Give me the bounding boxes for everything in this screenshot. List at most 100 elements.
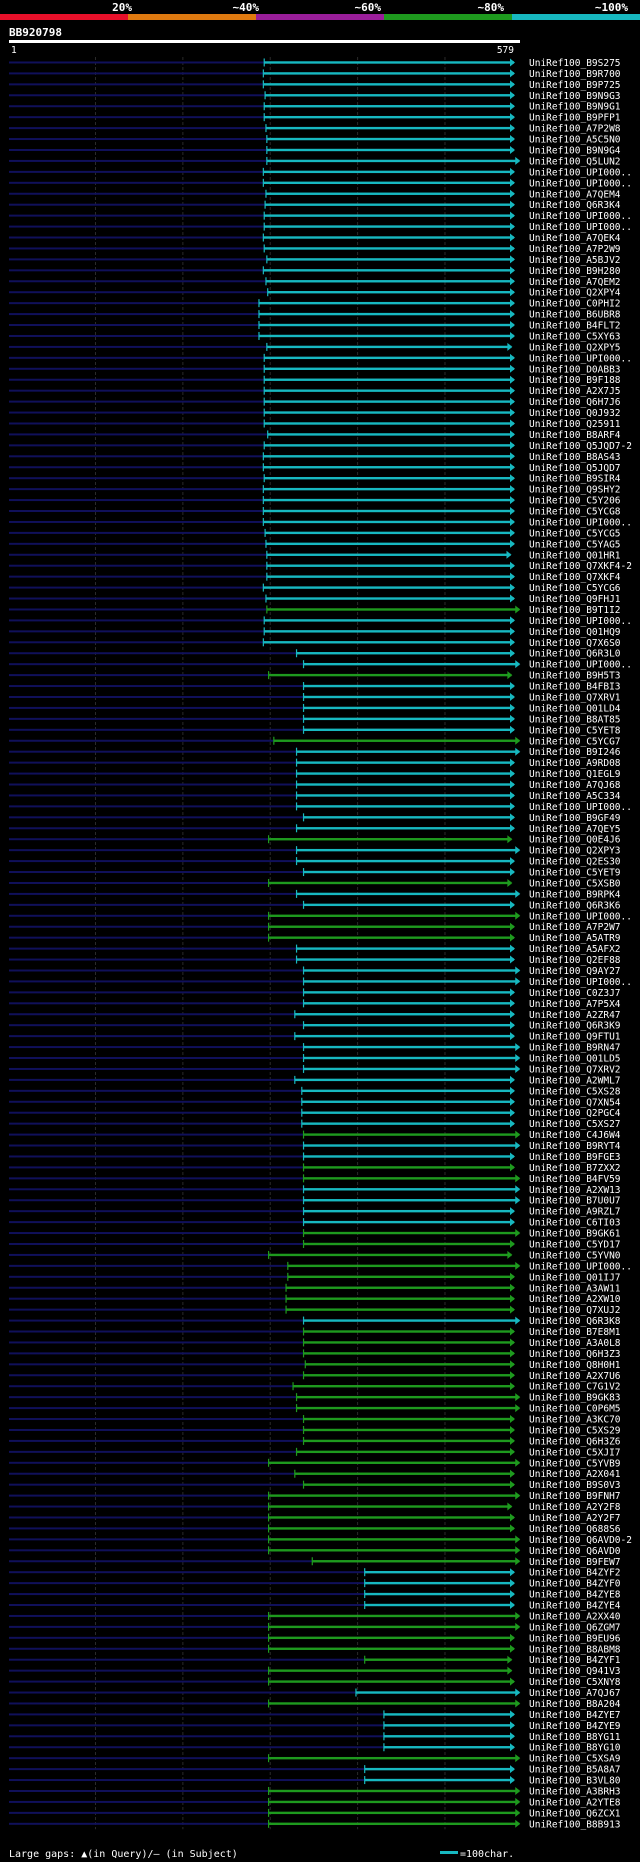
hit-row[interactable]: UniRef100_Q7XUJ2: [9, 1305, 621, 1316]
hit-row[interactable]: UniRef100_C5YVB9: [9, 1458, 621, 1469]
hit-label[interactable]: UniRef100_B8ARF4: [529, 430, 621, 441]
hit-label[interactable]: UniRef100_C5XY63: [529, 331, 621, 342]
hit-row[interactable]: UniRef100_A3A0L8: [9, 1338, 621, 1349]
hit-label[interactable]: UniRef100_A7QEY5: [529, 824, 621, 835]
hit-row[interactable]: UniRef100_B9EU96: [9, 1633, 621, 1644]
hit-label[interactable]: UniRef100_A9RZL7: [529, 1207, 621, 1218]
hit-label[interactable]: UniRef100_B4ZYE4: [529, 1601, 621, 1612]
hit-row[interactable]: UniRef100_Q6ZCX1: [9, 1808, 621, 1819]
hit-label[interactable]: UniRef100_C5XS27: [529, 1119, 621, 1130]
hit-label[interactable]: UniRef100_B9FNH7: [529, 1491, 621, 1502]
hit-label[interactable]: UniRef100_B9I246: [529, 747, 621, 758]
hit-row[interactable]: UniRef100_C5XS27: [9, 1119, 621, 1130]
hit-label[interactable]: UniRef100_Q01HQ9: [529, 627, 621, 638]
hit-label[interactable]: UniRef100_Q7XRV1: [529, 692, 621, 703]
hit-label[interactable]: UniRef100_C5XNY8: [529, 1677, 621, 1688]
hit-row[interactable]: UniRef100_C0PHI2: [9, 299, 621, 310]
hit-row[interactable]: UniRef100_B4ZYE7: [9, 1710, 621, 1721]
hit-row[interactable]: UniRef100_B4ZYF0: [9, 1579, 621, 1590]
hit-row[interactable]: UniRef100_Q6R3K9: [9, 1021, 621, 1032]
hit-row[interactable]: UniRef100_A2X7U6: [9, 1371, 621, 1382]
hit-row[interactable]: UniRef100_A7QEM4: [9, 189, 621, 200]
hit-row[interactable]: UniRef100_Q7XKF4: [9, 572, 621, 583]
hit-row[interactable]: UniRef100_B9S275: [9, 58, 621, 69]
hit-label[interactable]: UniRef100_Q2PGC4: [529, 1108, 621, 1119]
hit-label[interactable]: UniRef100_A7QJ67: [529, 1688, 621, 1699]
hit-row[interactable]: UniRef100_Q2EF88: [9, 955, 621, 966]
hit-label[interactable]: UniRef100_A2X7U6: [529, 1371, 621, 1382]
hit-label[interactable]: UniRef100_Q6R3K8: [529, 1316, 621, 1327]
hit-label[interactable]: UniRef100_C5YET8: [529, 725, 621, 736]
hit-label[interactable]: UniRef100_B7U0U7: [529, 1196, 621, 1207]
hit-label[interactable]: UniRef100_C5YAG5: [529, 539, 621, 550]
hit-row[interactable]: UniRef100_B9I246: [9, 747, 621, 758]
hit-label[interactable]: UniRef100_A2XW13: [529, 1185, 621, 1196]
hit-row[interactable]: UniRef100_UPI000..: [9, 178, 632, 189]
hit-label[interactable]: UniRef100_B8AS43: [529, 452, 621, 463]
hit-row[interactable]: UniRef100_C5XJI7: [9, 1447, 621, 1458]
hit-row[interactable]: UniRef100_D0ABB3: [9, 364, 621, 375]
hit-row[interactable]: UniRef100_B4ZYF1: [9, 1655, 621, 1666]
hit-label[interactable]: UniRef100_Q6R3K9: [529, 1021, 621, 1032]
hit-row[interactable]: UniRef100_C5YCG7: [9, 736, 621, 747]
hit-row[interactable]: UniRef100_UPI000..: [9, 517, 632, 528]
hit-row[interactable]: UniRef100_A2XW13: [9, 1185, 621, 1196]
hit-row[interactable]: UniRef100_C5Y206: [9, 496, 621, 507]
hit-label[interactable]: UniRef100_B4ZYF2: [529, 1568, 621, 1579]
hit-label[interactable]: UniRef100_Q01LD4: [529, 703, 621, 714]
hit-label[interactable]: UniRef100_B8ABM8: [529, 1644, 621, 1655]
hit-row[interactable]: UniRef100_Q2ES30: [9, 857, 621, 868]
hit-label[interactable]: UniRef100_Q5JQD7: [529, 463, 621, 474]
hit-label[interactable]: UniRef100_B9PFP1: [529, 113, 621, 124]
hit-row[interactable]: UniRef100_Q01IJ7: [9, 1272, 621, 1283]
hit-label[interactable]: UniRef100_A7QEM4: [529, 189, 621, 200]
hit-row[interactable]: UniRef100_Q1EGL9: [9, 769, 621, 780]
hit-row[interactable]: UniRef100_UPI000..: [9, 616, 632, 627]
hit-label[interactable]: UniRef100_Q2XPY5: [529, 342, 621, 353]
hit-label[interactable]: UniRef100_B8B913: [529, 1819, 621, 1830]
hit-row[interactable]: UniRef100_Q5LUN2: [9, 156, 621, 167]
hit-row[interactable]: UniRef100_C5XSB0: [9, 878, 621, 889]
hit-row[interactable]: UniRef100_B8ABM8: [9, 1644, 621, 1655]
hit-row[interactable]: UniRef100_B9T1I2: [9, 605, 621, 616]
hit-row[interactable]: UniRef100_B8YG10: [9, 1743, 621, 1754]
hit-row[interactable]: UniRef100_Q6R3K6: [9, 900, 621, 911]
hit-label[interactable]: UniRef100_UPI000..: [529, 353, 632, 364]
hit-row[interactable]: UniRef100_B4FBI3: [9, 682, 621, 693]
hit-row[interactable]: UniRef100_C7G1V2: [9, 1382, 621, 1393]
hit-label[interactable]: UniRef100_Q6H3Z3: [529, 1349, 621, 1360]
hit-row[interactable]: UniRef100_B9P725: [9, 80, 621, 91]
hit-row[interactable]: UniRef100_A7P2W9: [9, 244, 621, 255]
hit-label[interactable]: UniRef100_A2YTE8: [529, 1797, 621, 1808]
hit-label[interactable]: UniRef100_Q7XKF4-2: [529, 561, 632, 572]
hit-row[interactable]: UniRef100_Q2PGC4: [9, 1108, 621, 1119]
hit-label[interactable]: UniRef100_B9N9G3: [529, 91, 621, 102]
hit-row[interactable]: UniRef100_C5XY63: [9, 331, 621, 342]
hit-row[interactable]: UniRef100_UPI000..: [9, 660, 632, 671]
hit-row[interactable]: UniRef100_B9N9G1: [9, 102, 621, 113]
hit-label[interactable]: UniRef100_Q6ZCX1: [529, 1808, 621, 1819]
hit-label[interactable]: UniRef100_A7P5X4: [529, 999, 621, 1010]
hit-label[interactable]: UniRef100_Q941V3: [529, 1666, 621, 1677]
hit-label[interactable]: UniRef100_B9H280: [529, 266, 621, 277]
hit-row[interactable]: UniRef100_B9FEW7: [9, 1557, 621, 1568]
hit-row[interactable]: UniRef100_A7P5X4: [9, 999, 621, 1010]
hit-row[interactable]: UniRef100_Q0J932: [9, 408, 621, 419]
hit-label[interactable]: UniRef100_C5YET9: [529, 868, 621, 879]
hit-label[interactable]: UniRef100_B9GF49: [529, 813, 621, 824]
hit-label[interactable]: UniRef100_UPI000..: [529, 616, 632, 627]
hit-label[interactable]: UniRef100_A7P2W9: [529, 244, 621, 255]
hit-label[interactable]: UniRef100_Q6ZGM7: [529, 1622, 621, 1633]
hit-row[interactable]: UniRef100_C5YCG8: [9, 507, 621, 518]
hit-label[interactable]: UniRef100_UPI000..: [529, 517, 632, 528]
hit-label[interactable]: UniRef100_A2Y2F7: [529, 1513, 621, 1524]
hit-row[interactable]: UniRef100_Q6R3K4: [9, 200, 621, 211]
hit-row[interactable]: UniRef100_A5C5N0: [9, 135, 621, 146]
hit-row[interactable]: UniRef100_Q7XN54: [9, 1097, 621, 1108]
hit-row[interactable]: UniRef100_A9RD08: [9, 758, 621, 769]
hit-label[interactable]: UniRef100_B4ZYF0: [529, 1579, 621, 1590]
hit-row[interactable]: UniRef100_A7QJ67: [9, 1688, 621, 1699]
hit-row[interactable]: UniRef100_A5ATR9: [9, 933, 621, 944]
hit-row[interactable]: UniRef100_B9RYT4: [9, 1141, 621, 1152]
hit-label[interactable]: UniRef100_A3A0L8: [529, 1338, 621, 1349]
